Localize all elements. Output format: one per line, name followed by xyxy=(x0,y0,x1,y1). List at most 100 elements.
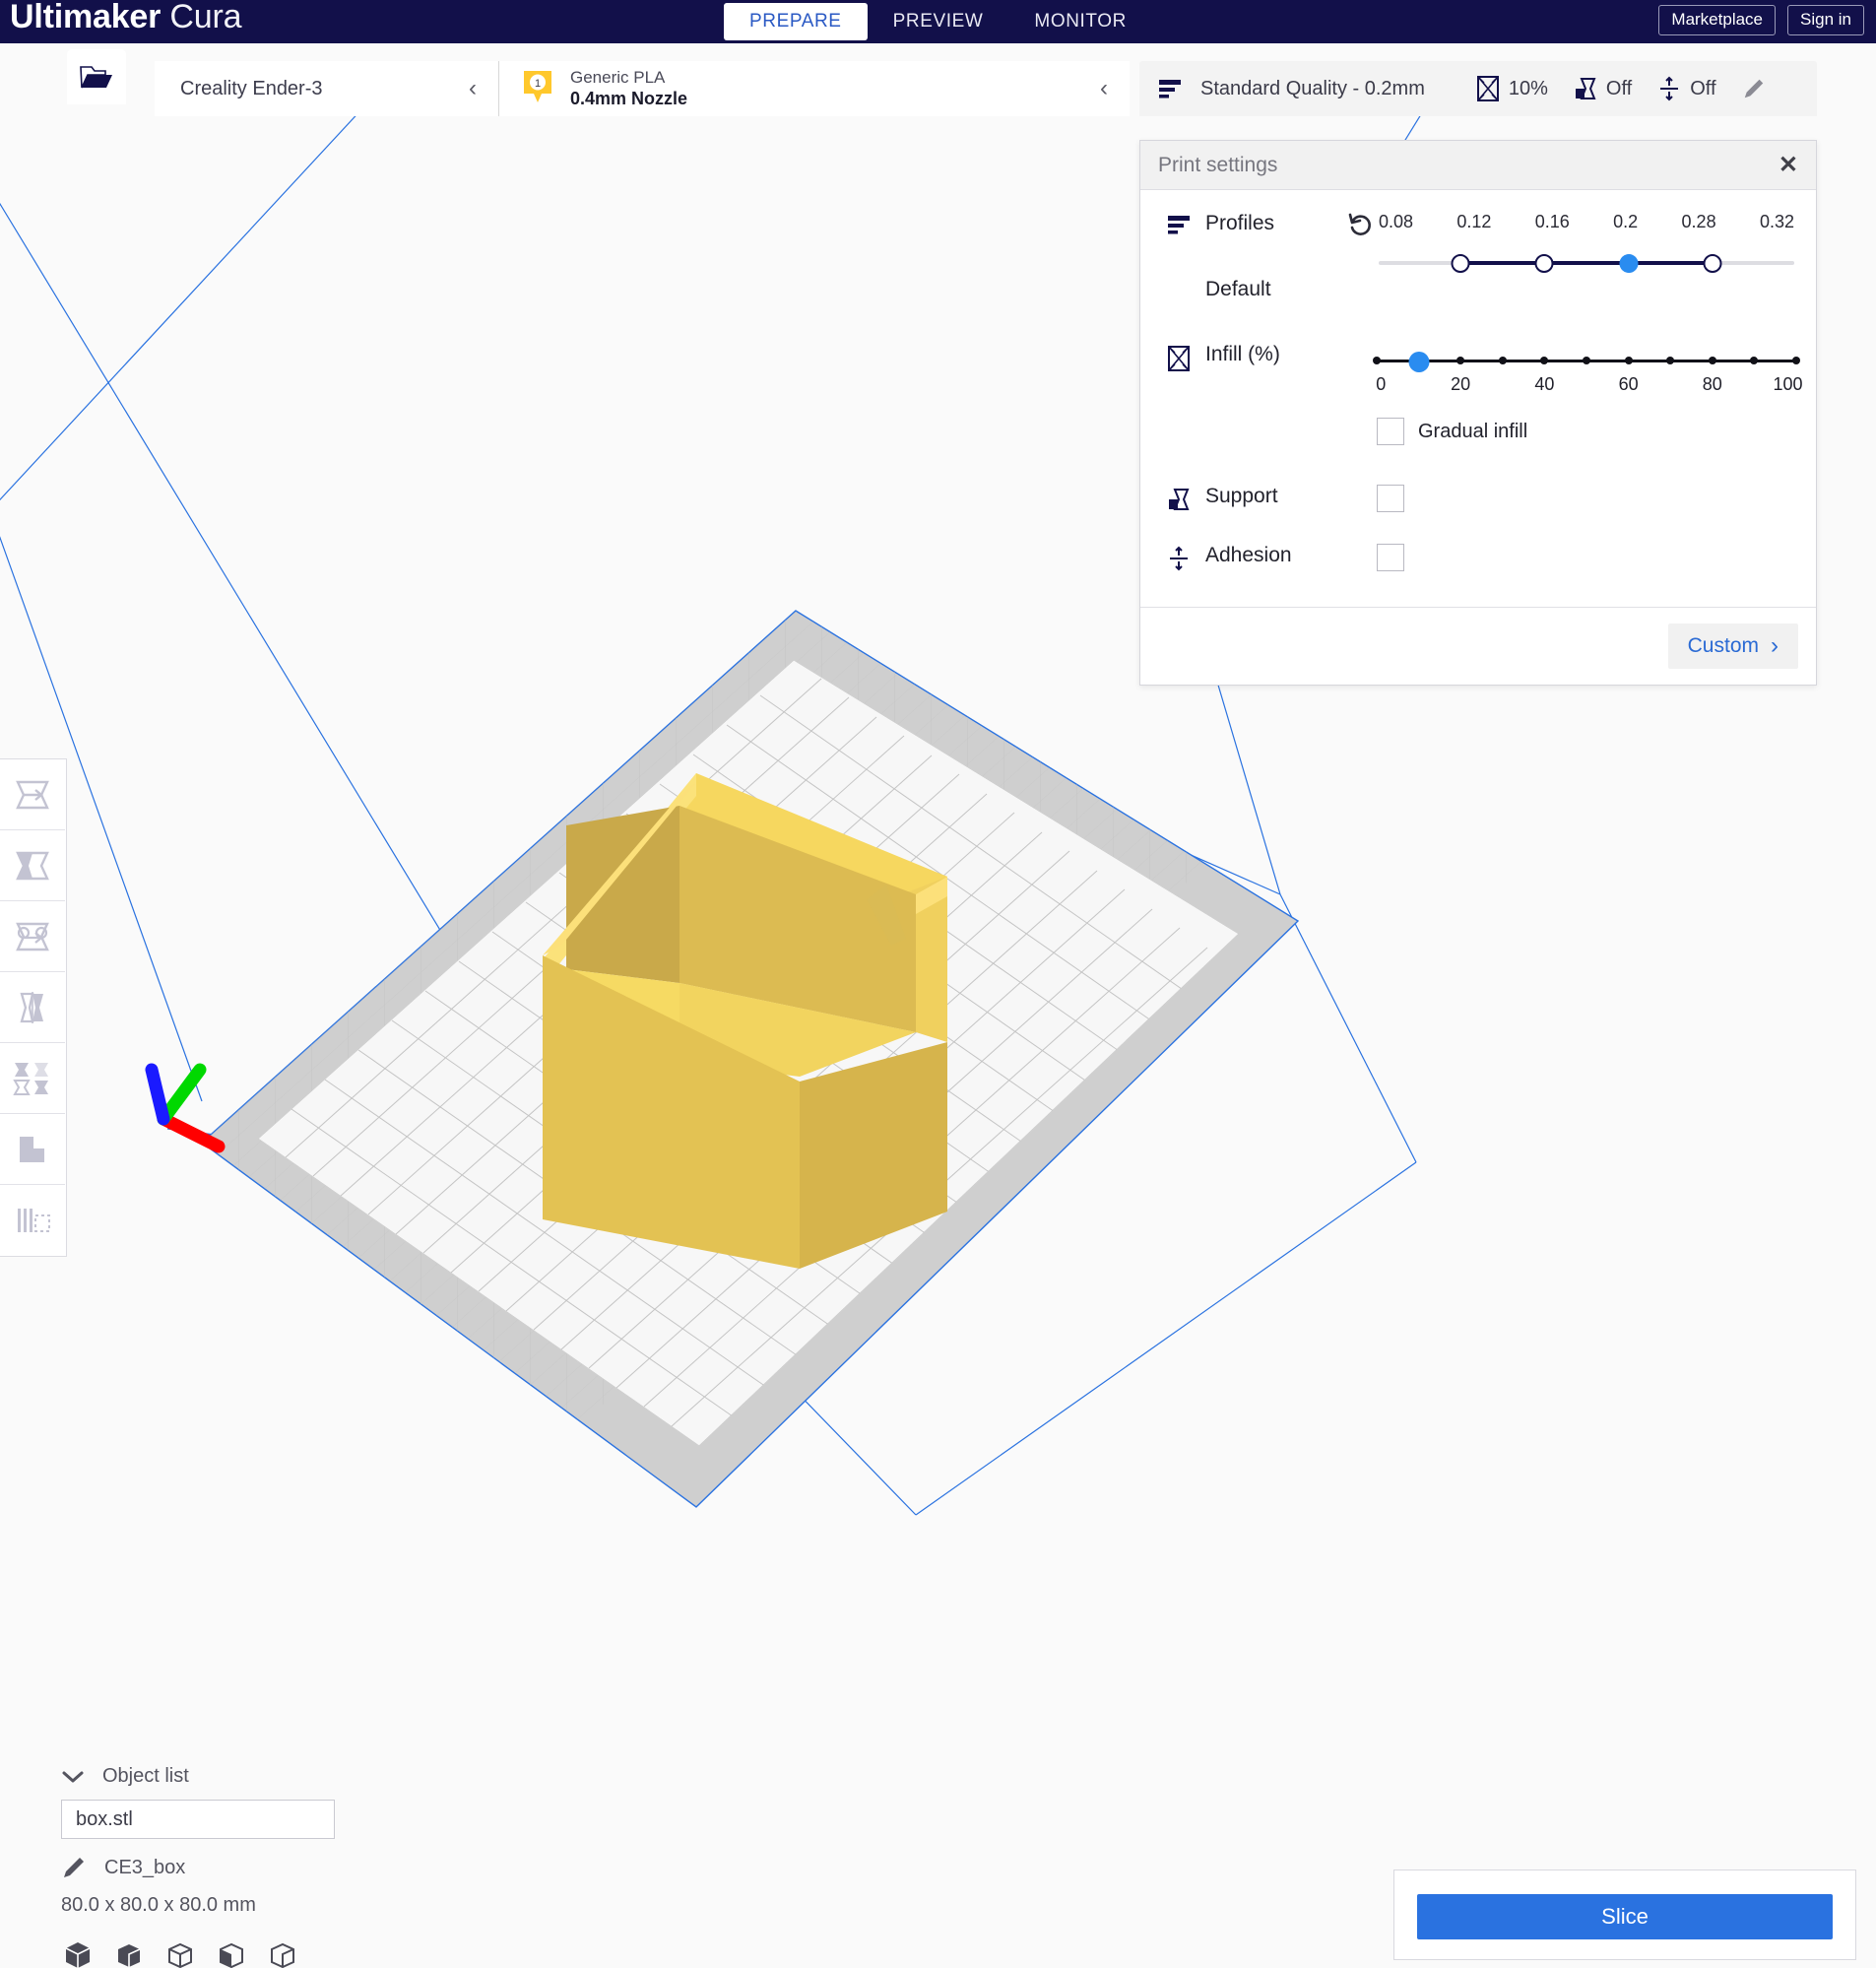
extruder-badge: 1 xyxy=(523,70,552,107)
rotate-icon xyxy=(14,920,51,953)
close-icon[interactable]: ✕ xyxy=(1779,154,1798,177)
print-settings-footer: Custom › xyxy=(1140,607,1816,685)
tab-monitor[interactable]: MONITOR xyxy=(1008,3,1152,40)
object-list-title: Object list xyxy=(102,1765,189,1788)
custom-settings-button[interactable]: Custom › xyxy=(1668,623,1798,669)
print-settings-title: Print settings xyxy=(1158,154,1277,177)
quality-infill-item: 10% xyxy=(1476,75,1548,102)
profile-handle-028[interactable] xyxy=(1703,254,1721,273)
slice-button[interactable]: Slice xyxy=(1417,1894,1833,1939)
quality-profile-label: Standard Quality - 0.2mm xyxy=(1200,78,1425,100)
quality-support-value: Off xyxy=(1606,78,1632,100)
extruder-number: 1 xyxy=(535,78,541,90)
support-eraser-tool-button[interactable] xyxy=(0,1185,65,1256)
model-name-row[interactable]: CE3_box xyxy=(61,1855,485,1880)
y-axis xyxy=(163,1070,200,1119)
infill-label-100: 100 xyxy=(1773,374,1802,395)
rotate-tool-button[interactable] xyxy=(0,901,65,972)
infill-tick-60 xyxy=(1625,357,1633,364)
profile-tick-5: 0.32 xyxy=(1760,212,1794,232)
object-list-selected-item[interactable]: box.stl xyxy=(61,1800,335,1839)
infill-label: Infill (%) xyxy=(1205,343,1343,366)
signin-button[interactable]: Sign in xyxy=(1787,5,1864,35)
profile-tick-4: 0.28 xyxy=(1682,212,1716,232)
infill-tick-70 xyxy=(1666,357,1674,364)
stage-tabs: PREPARE PREVIEW MONITOR xyxy=(0,0,1876,43)
support-icon xyxy=(1574,76,1597,101)
quality-adhesion-item: Off xyxy=(1657,76,1715,101)
edit-print-settings-button[interactable] xyxy=(1742,77,1766,100)
revert-arrow-icon xyxy=(1347,212,1373,237)
model-name-label: CE3_box xyxy=(104,1857,185,1879)
adhesion-icon xyxy=(1657,76,1681,101)
material-nozzle: 0.4mm Nozzle xyxy=(570,88,687,110)
support-blocker-tool-button[interactable] xyxy=(0,1114,65,1185)
infill-tick-20 xyxy=(1456,357,1464,364)
profiles-slider[interactable] xyxy=(1377,246,1796,280)
per-model-settings-tool-button[interactable] xyxy=(0,1043,65,1114)
gradual-infill-row: Gradual infill xyxy=(1377,418,1796,445)
support-checkbox[interactable] xyxy=(1377,485,1404,512)
profile-handle-02-selected[interactable] xyxy=(1619,254,1638,273)
adhesion-row: Adhesion xyxy=(1140,544,1816,571)
mirror-tool-button[interactable] xyxy=(0,972,65,1043)
support-icon xyxy=(1167,487,1191,512)
layer-view-button[interactable] xyxy=(163,1938,197,1968)
open-file-button[interactable] xyxy=(67,49,126,104)
profiles-icon-wrap xyxy=(1160,212,1197,235)
move-icon xyxy=(14,778,51,812)
profile-tick-0: 0.08 xyxy=(1379,212,1413,232)
profile-handle-012[interactable] xyxy=(1452,254,1470,273)
material-selector[interactable]: 1 Generic PLA 0.4mm Nozzle ‹ xyxy=(499,61,1130,116)
cube-outline-icon xyxy=(165,1940,195,1968)
infill-label-40: 40 xyxy=(1534,374,1554,395)
infill-tick-30 xyxy=(1499,357,1507,364)
marketplace-button[interactable]: Marketplace xyxy=(1658,5,1776,35)
print-settings-header: Print settings ✕ xyxy=(1140,141,1816,190)
object-list-header[interactable]: Object list xyxy=(61,1765,485,1788)
infill-slider[interactable] xyxy=(1377,349,1796,374)
quality-infill-value: 10% xyxy=(1509,78,1548,100)
object-list-panel: Object list box.stl CE3_box 80.0 x 80.0 … xyxy=(61,1765,485,1968)
move-tool-button[interactable] xyxy=(0,759,65,830)
gradual-infill-checkbox[interactable] xyxy=(1377,418,1404,445)
profile-tick-2: 0.16 xyxy=(1535,212,1570,232)
wireframe-view-button[interactable] xyxy=(266,1938,299,1968)
support-body xyxy=(1377,485,1796,512)
profiles-track-fill xyxy=(1460,261,1713,265)
model-dimensions: 80.0 x 80.0 x 80.0 mm xyxy=(61,1894,485,1917)
profiles-spacer xyxy=(1160,274,1197,276)
infill-label-80: 80 xyxy=(1703,374,1722,395)
solid-view-button[interactable] xyxy=(61,1938,95,1968)
infill-label-0: 0 xyxy=(1376,374,1386,395)
profiles-slider-body: 0.08 0.12 0.16 0.2 0.28 0.32 xyxy=(1377,212,1796,280)
infill-handle[interactable] xyxy=(1408,352,1429,372)
adhesion-checkbox[interactable] xyxy=(1377,544,1404,571)
account-actions: Marketplace Sign in xyxy=(1658,5,1864,35)
support-label: Support xyxy=(1205,485,1343,508)
tab-preview[interactable]: PREVIEW xyxy=(868,3,1009,40)
tool-column xyxy=(0,758,67,1257)
support-icon-wrap xyxy=(1160,485,1197,512)
material-name: Generic PLA xyxy=(570,67,687,88)
scale-icon xyxy=(14,849,51,883)
pencil-icon xyxy=(61,1855,87,1880)
tab-prepare[interactable]: PREPARE xyxy=(724,3,868,40)
profile-handle-016[interactable] xyxy=(1535,254,1554,273)
cube-half-icon xyxy=(114,1940,144,1968)
machine-selector[interactable]: Creality Ender-3 ‹ xyxy=(155,61,499,116)
slice-panel: Slice xyxy=(1393,1870,1856,1960)
print-setup-selector[interactable]: Standard Quality - 0.2mm 10% Off Off xyxy=(1139,61,1817,116)
infill-tick-80 xyxy=(1709,357,1716,364)
origin-axes xyxy=(152,1070,219,1147)
infill-icon-wrap xyxy=(1160,343,1197,372)
chevron-down-icon xyxy=(61,1769,85,1785)
revert-profile-button[interactable] xyxy=(1343,212,1377,237)
profiles-label: Profiles xyxy=(1205,212,1343,235)
xray-view-button[interactable] xyxy=(112,1938,146,1968)
adhesion-icon xyxy=(1167,546,1191,571)
shaded-view-button[interactable] xyxy=(215,1938,248,1968)
scale-tool-button[interactable] xyxy=(0,830,65,901)
quality-support-item: Off xyxy=(1574,76,1632,101)
support-eraser-icon xyxy=(14,1204,51,1237)
